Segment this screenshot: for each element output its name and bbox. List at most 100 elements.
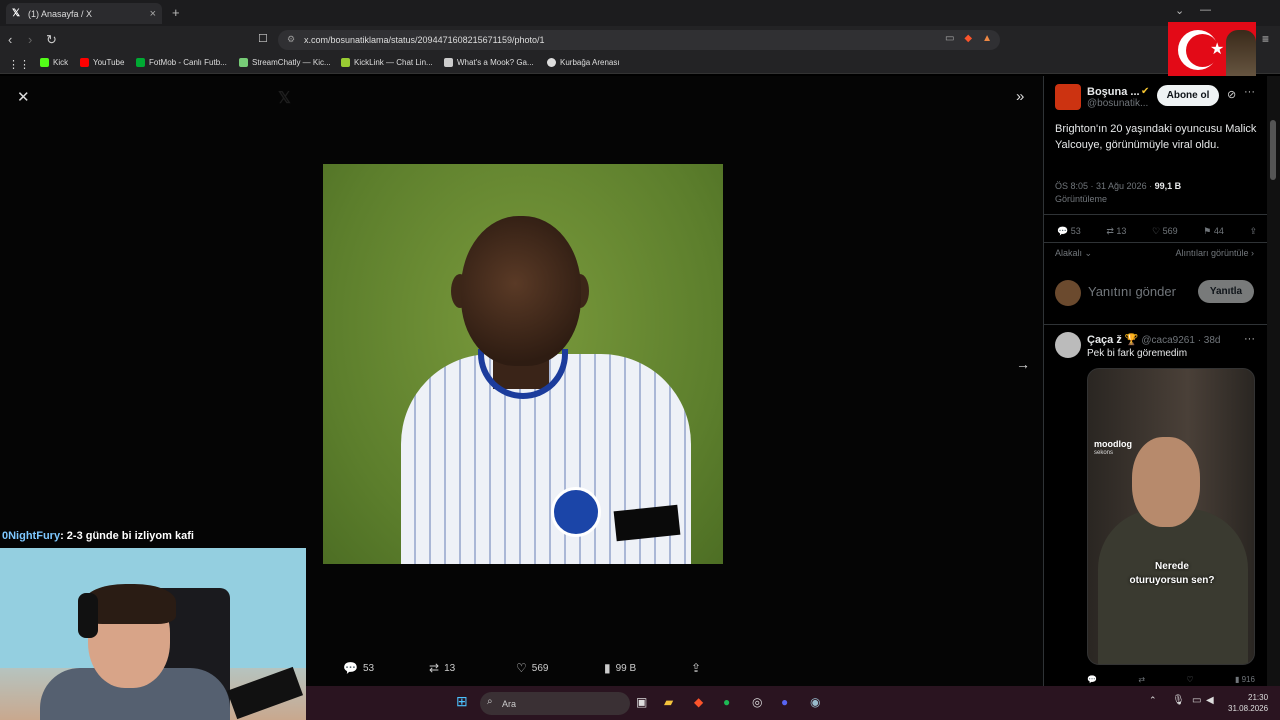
repost-action[interactable]: ⇄ 13 (429, 661, 455, 675)
browser-tab[interactable]: 𝕏 (1) Anasayfa / X × (6, 3, 162, 24)
reply-more-icon[interactable]: ··· (1244, 333, 1255, 345)
kick-icon (40, 58, 49, 67)
bookmark-kurbaga[interactable]: Kurbağa Arenası (547, 58, 620, 67)
share-icon[interactable]: ⇪ (1249, 226, 1257, 237)
next-photo-arrow-icon[interactable]: → (1016, 356, 1030, 372)
views-label: Görüntüleme (1055, 194, 1108, 204)
chat-text: : 2-3 günde bi izliyom kafi (60, 530, 194, 542)
close-viewer-button[interactable]: ✕ (17, 88, 30, 106)
tweet-time[interactable]: ÖS 8:05 · 31 Ağu 2026 · (1055, 181, 1155, 191)
tray-chevron-icon[interactable]: ⌃ (1149, 695, 1157, 706)
webcam-feed (0, 548, 306, 720)
heart-icon: ♡ (1152, 226, 1161, 236)
reply-text: Pek bi fark göremedim (1087, 348, 1188, 359)
tweet-text: Brighton'ın 20 yaşındaki oyuncusu Malick… (1055, 123, 1257, 151)
reply-header[interactable]: Çaça ž 🏆 @caca9261 · 38d (1087, 333, 1220, 346)
repost-icon: ⇄ (429, 661, 440, 675)
video-caption: Nerede oturuyorsun sen? (1129, 561, 1215, 586)
views-stat[interactable]: ▮ 916 (1235, 675, 1255, 684)
network-icon[interactable]: ▭ (1192, 695, 1201, 706)
cast-icon[interactable]: ▭ (945, 33, 954, 44)
portrait-image (1226, 30, 1256, 82)
mic-icon[interactable]: 🎙 (1172, 695, 1185, 706)
expand-panel-icon[interactable]: » (1016, 88, 1024, 105)
microphone (226, 666, 304, 720)
reply-icon[interactable]: 💬 (1087, 675, 1097, 684)
turkish-flag-overlay: ★ (1168, 22, 1256, 82)
repost-stat[interactable]: ⇄ 13 (1106, 226, 1126, 237)
reload-button[interactable]: ↻ (46, 32, 57, 48)
views-count: 99,1 B (1154, 181, 1182, 191)
site-info-icon[interactable]: ⚙ (287, 34, 295, 45)
views-action[interactable]: ▮ 99 B (604, 661, 636, 675)
user-avatar (1055, 280, 1081, 306)
steam-icon[interactable]: ◉ (810, 695, 820, 709)
star-icon: ★ (1210, 41, 1225, 58)
reply-video[interactable]: moodlog sekons Nerede oturuyorsun sen? (1087, 368, 1255, 665)
back-button[interactable]: ‹ (8, 32, 12, 47)
menu-icon[interactable]: ≡ (1262, 32, 1269, 46)
reply-author-avatar[interactable] (1055, 332, 1081, 358)
reply-button[interactable]: Yanıtla (1198, 280, 1254, 303)
scrollbar[interactable] (1267, 76, 1280, 686)
author-info[interactable]: Boşuna ... @bosunatik... (1087, 86, 1148, 109)
task-view-icon[interactable]: ▣ (636, 695, 647, 709)
brave-rewards-icon[interactable]: ▲ (982, 33, 992, 44)
repost-icon[interactable]: ⇄ (1138, 675, 1145, 684)
chevron-down-icon[interactable]: ⌄ (1175, 4, 1184, 17)
discord-icon[interactable]: ● (781, 695, 788, 709)
relevance-dropdown[interactable]: Alakalı ⌄ (1055, 248, 1092, 259)
url-text: x.com/bosunatiklama/status/2094471608215… (304, 35, 545, 45)
bookmark-fotmob[interactable]: FotMob - Canlı Futb... (136, 58, 227, 67)
follow-button[interactable]: Abone ol (1157, 85, 1219, 106)
view-quotes-link[interactable]: Alıntıları görüntüle › (1175, 248, 1254, 258)
bookmark-youtube[interactable]: YouTube (80, 58, 124, 67)
taskbar-clock[interactable]: 21:30 31.08.2026 (1228, 692, 1268, 714)
minimize-button[interactable]: — (1200, 4, 1211, 16)
youtube-icon (80, 58, 89, 67)
bookmark-stat[interactable]: ⚑ 44 (1203, 226, 1224, 237)
close-tab-icon[interactable]: × (150, 8, 156, 20)
bar-chart-icon: ▮ (604, 661, 611, 675)
apps-icon[interactable]: ⋮⋮ (8, 58, 30, 71)
file-explorer-icon[interactable]: ▰ (664, 695, 673, 709)
author-avatar[interactable] (1055, 84, 1081, 110)
share-action[interactable]: ⇪ (691, 661, 701, 675)
bookmark-icon[interactable]: ☐ (258, 32, 268, 45)
x-logo-icon: 𝕏 (12, 8, 21, 19)
heart-icon[interactable]: ♡ (1186, 675, 1193, 684)
chevron-down-icon: ⌄ (1084, 248, 1093, 258)
bookmarks-bar: ⋮⋮ Kick YouTube FotMob - Canlı Futb... S… (0, 54, 1280, 74)
site-icon (444, 58, 453, 67)
windows-start-icon[interactable]: ⊞ (456, 693, 468, 710)
spotify-icon[interactable]: ● (723, 695, 730, 709)
bookmark-kick[interactable]: Kick (40, 58, 68, 67)
heart-icon: ♡ (516, 661, 527, 675)
like-stat[interactable]: ♡ 569 (1152, 226, 1178, 237)
bar-chart-icon: ▮ (1234, 675, 1240, 684)
forward-button[interactable]: › (28, 32, 32, 47)
reply-stat[interactable]: 💬 53 (1057, 226, 1081, 237)
bookmark-streamchatly[interactable]: StreamChatly — Kic... (239, 58, 331, 67)
address-bar[interactable]: ⚙ x.com/bosunatiklama/status/20944716082… (278, 30, 1000, 50)
brave-icon[interactable]: ◆ (694, 695, 703, 709)
chat-username: 0NightFury (2, 530, 61, 542)
author-handle: @bosunatik... (1087, 98, 1149, 109)
bookmark-mook[interactable]: What's a Mook? Ga... (444, 58, 534, 67)
reply-author-handle: @caca9261 · 38d (1141, 335, 1221, 346)
taskbar-search[interactable]: ⌕ Ara (480, 692, 630, 715)
like-action[interactable]: ♡ 569 (516, 661, 548, 675)
grok-icon[interactable]: ⊘ (1227, 88, 1236, 101)
tweet-photo[interactable] (323, 164, 723, 564)
brave-shield-icon[interactable]: ◆ (964, 33, 972, 44)
bookmark-kicklink[interactable]: KickLink — Chat Lin... (341, 58, 433, 67)
new-tab-button[interactable]: + (172, 5, 180, 20)
app-icon[interactable]: ◎ (752, 695, 762, 709)
reply-icon: 💬 (1057, 226, 1069, 236)
video-sublogo: sekons (1094, 450, 1114, 456)
more-options-icon[interactable]: ··· (1244, 86, 1255, 98)
chevron-right-icon: › (1251, 248, 1254, 258)
volume-icon[interactable]: ◀ (1206, 695, 1214, 706)
reply-action[interactable]: 💬 53 (343, 661, 374, 675)
reply-input[interactable]: Yanıtını gönder (1088, 284, 1176, 299)
